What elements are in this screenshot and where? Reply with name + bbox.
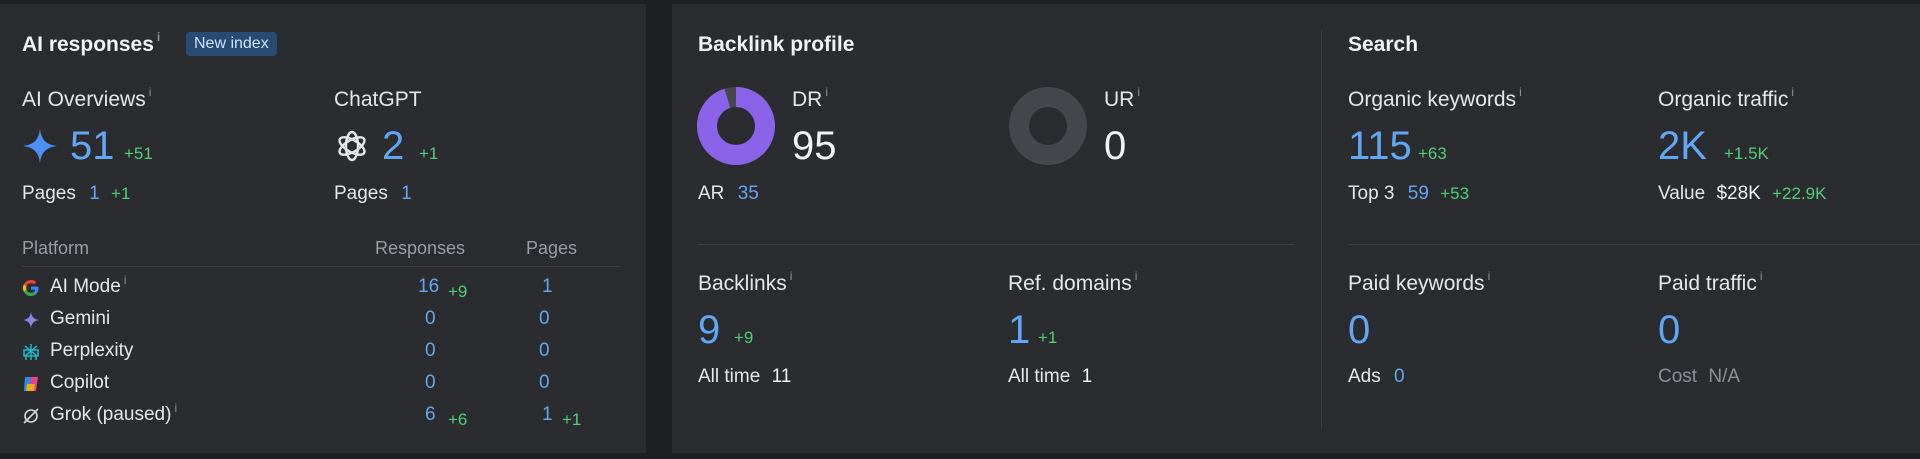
- pages-value[interactable]: 0: [539, 308, 550, 330]
- responses-value[interactable]: 6: [425, 404, 436, 426]
- ref-domains-label: Ref. domains i: [1008, 269, 1138, 295]
- info-icon[interactable]: i: [124, 273, 127, 287]
- backlinks-label: Backlinks i: [698, 269, 793, 295]
- info-icon[interactable]: i: [790, 269, 793, 283]
- organic-traffic-delta: +1.5K: [1724, 144, 1769, 163]
- perplexity-icon: [23, 344, 39, 360]
- platform-column-header: Platform: [22, 238, 90, 258]
- platform-name[interactable]: Perplexity: [50, 340, 133, 362]
- ads-value[interactable]: 0: [1394, 366, 1405, 387]
- ads-metric: Ads 0: [1348, 366, 1405, 387]
- backlinks-delta: +9: [734, 328, 754, 347]
- info-icon[interactable]: i: [174, 401, 177, 415]
- dr-donut-fill: [697, 87, 775, 165]
- platform-name[interactable]: Grok (paused) i: [50, 401, 177, 426]
- responses-column-header: Responses: [375, 238, 466, 258]
- chatgpt-delta: +1: [419, 144, 439, 163]
- chatgpt-icon: [338, 130, 366, 162]
- ai-overviews-value[interactable]: 51: [70, 126, 115, 166]
- gemini-icon: [23, 312, 39, 328]
- info-icon[interactable]: i: [149, 85, 152, 99]
- paid-keywords-label: Paid keywords i: [1348, 269, 1491, 295]
- info-icon[interactable]: i: [157, 30, 160, 44]
- search-title: Search: [1348, 33, 1419, 56]
- paid-traffic-label: Paid traffic i: [1658, 269, 1763, 295]
- top3-metric: Top 3 59 +53: [1348, 183, 1470, 204]
- ai-overviews-delta: +51: [124, 144, 153, 163]
- chatgpt-label: ChatGPT: [334, 88, 422, 111]
- paid-traffic-value[interactable]: 0: [1658, 310, 1680, 350]
- info-icon[interactable]: i: [1760, 269, 1763, 283]
- pages-value[interactable]: 1: [542, 276, 553, 298]
- dr-donut[interactable]: [696, 86, 776, 166]
- pages-column-header: Pages: [526, 238, 578, 258]
- platform-name[interactable]: Gemini: [50, 308, 110, 330]
- ai-overviews-pages-value[interactable]: 1: [89, 183, 100, 204]
- pages-delta: +1: [562, 410, 582, 429]
- ai-responses-title: AI responses i: [22, 30, 161, 56]
- organic-keywords-delta: +63: [1418, 144, 1447, 163]
- info-icon[interactable]: i: [825, 85, 828, 99]
- responses-delta: +6: [448, 410, 468, 429]
- ai-overviews-pages-delta: +1: [111, 184, 131, 203]
- google-icon: [23, 280, 39, 296]
- ref-domains-value[interactable]: 1: [1008, 310, 1030, 350]
- backlink-divider: [698, 244, 1294, 245]
- backlinks-all-time: All time 11: [698, 366, 792, 387]
- ai-responses-card: AI responses i New index AI Overviews i 51…: [0, 4, 646, 453]
- dr-label: DR i: [792, 85, 829, 111]
- organic-traffic-label: Organic traffic i: [1658, 85, 1794, 111]
- ar-value[interactable]: 35: [738, 183, 759, 204]
- paid-keywords-value[interactable]: 0: [1348, 310, 1370, 350]
- pages-value[interactable]: 0: [539, 340, 550, 362]
- ref-domains-delta: +1: [1038, 328, 1058, 347]
- responses-value[interactable]: 16: [418, 276, 439, 298]
- ai-overviews-sparkle-icon: [23, 129, 57, 163]
- info-icon[interactable]: i: [1135, 269, 1138, 283]
- chatgpt-pages: Pages 1: [334, 183, 412, 204]
- ar-metric: AR 35: [698, 183, 759, 204]
- pages-value[interactable]: 1: [542, 404, 553, 426]
- ref-domains-all-time: All time 1: [1008, 366, 1093, 387]
- cost-metric: Cost N/A: [1658, 366, 1741, 387]
- ur-donut[interactable]: [1008, 86, 1088, 166]
- top3-value[interactable]: 59: [1408, 183, 1429, 204]
- platform-name[interactable]: Copilot: [50, 372, 109, 394]
- chatgpt-value[interactable]: 2: [382, 126, 404, 166]
- info-icon[interactable]: i: [1488, 269, 1491, 283]
- responses-value[interactable]: 0: [425, 340, 436, 362]
- traffic-value-metric: Value $28K +22.9K: [1658, 183, 1827, 204]
- responses-value[interactable]: 0: [425, 372, 436, 394]
- chatgpt-pages-value[interactable]: 1: [401, 183, 412, 204]
- ai-overviews-label: AI Overviews i: [22, 85, 152, 111]
- info-icon[interactable]: i: [1519, 85, 1522, 99]
- responses-delta: +9: [448, 282, 468, 301]
- metrics-card: Backlink profile DR i 95 AR 35 UR i 0 Back…: [672, 4, 1920, 453]
- info-icon[interactable]: i: [1137, 85, 1140, 99]
- table-divider: [22, 266, 620, 267]
- dr-value[interactable]: 95: [792, 126, 837, 166]
- organic-keywords-label: Organic keywords i: [1348, 85, 1522, 111]
- responses-value[interactable]: 0: [425, 308, 436, 330]
- new-index-badge: New index: [186, 32, 277, 56]
- grok-icon: [23, 408, 39, 424]
- ur-value[interactable]: 0: [1104, 126, 1126, 166]
- backlinks-value[interactable]: 9: [698, 310, 720, 350]
- pages-value[interactable]: 0: [539, 372, 550, 394]
- section-divider: [1321, 30, 1322, 428]
- organic-traffic-value[interactable]: 2K: [1658, 126, 1707, 166]
- copilot-icon: [24, 377, 38, 391]
- info-icon[interactable]: i: [1791, 85, 1794, 99]
- backlink-profile-title: Backlink profile: [698, 33, 855, 56]
- platform-name[interactable]: AI Mode i: [50, 273, 127, 298]
- ai-overviews-pages: Pages 1 +1: [22, 183, 131, 204]
- organic-keywords-value[interactable]: 115: [1348, 126, 1412, 166]
- search-divider: [1348, 244, 1920, 245]
- ur-label: UR i: [1104, 85, 1141, 111]
